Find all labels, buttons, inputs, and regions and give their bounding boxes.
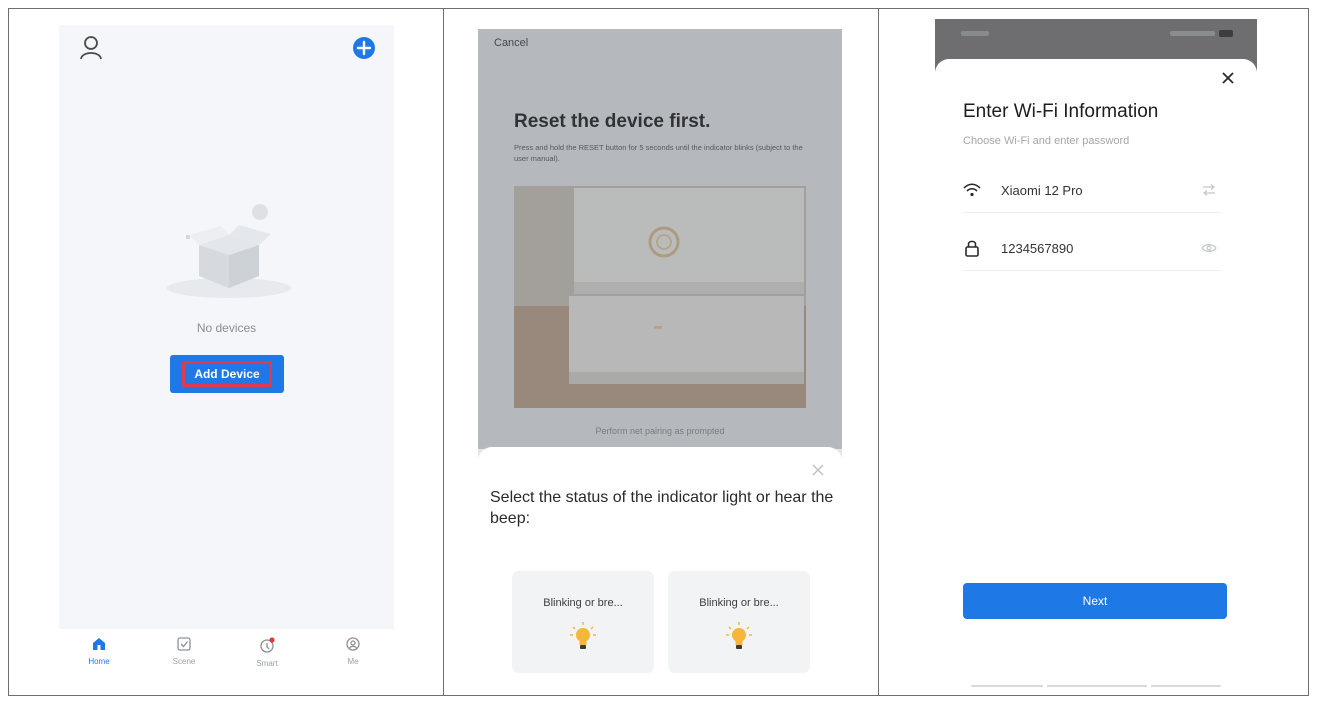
smart-icon	[260, 637, 275, 653]
home-icon	[93, 638, 105, 650]
close-icon[interactable]	[1222, 71, 1234, 84]
indicator-option-2[interactable]: Blinking or bre...	[668, 571, 810, 673]
tab-home-label: Home	[88, 657, 110, 666]
divider	[971, 685, 1043, 687]
empty-box-illustration	[167, 204, 291, 298]
add-device-button[interactable]: Add Device	[182, 361, 272, 387]
tab-me[interactable]: Me	[323, 637, 383, 681]
sheet-title: Select the status of the indicator light…	[490, 489, 834, 527]
tab-scene[interactable]: Scene	[154, 637, 214, 681]
pairing-hint: Perform net pairing as prompted	[595, 426, 725, 436]
tab-smart[interactable]: Smart	[237, 637, 297, 681]
reset-device-screen: Cancel Reset the device first. Press and…	[478, 29, 842, 679]
status-bar-signal	[1170, 31, 1215, 36]
indicator-option-label: Blinking or bre...	[543, 597, 623, 609]
indicator-option-1[interactable]: Blinking or bre...	[512, 571, 654, 673]
wifi-info-sheet: Enter Wi-Fi Information Choose Wi-Fi and…	[935, 59, 1257, 695]
wifi-title: Enter Wi-Fi Information	[963, 101, 1159, 122]
divider	[1047, 685, 1147, 687]
wifi-subtitle: Choose Wi-Fi and enter password	[963, 135, 1130, 147]
lock-icon	[965, 240, 979, 257]
tab-smart-label: Smart	[256, 659, 278, 668]
scene-icon	[177, 637, 191, 651]
eye-icon[interactable]	[1201, 241, 1217, 255]
home-screen-panel: No devices Add Device Home Scene Smart M…	[8, 8, 444, 696]
tab-home[interactable]: Home	[69, 637, 129, 681]
next-button[interactable]: Next	[963, 583, 1227, 619]
bottom-tab-bar: Home Scene Smart Me	[59, 629, 394, 685]
tab-me-label: Me	[347, 657, 359, 666]
reset-device-panel: Cancel Reset the device first. Press and…	[443, 8, 879, 696]
add-device-button-container: Add Device	[170, 355, 284, 393]
user-icon[interactable]	[79, 35, 103, 61]
divider	[1151, 685, 1221, 687]
close-icon[interactable]	[812, 463, 824, 476]
tab-scene-label: Scene	[172, 657, 196, 666]
wifi-icon	[963, 183, 981, 197]
indicator-status-sheet: Select the status of the indicator light…	[478, 447, 842, 679]
wifi-password-field[interactable]: 1234567890	[963, 227, 1221, 271]
status-bar-time	[961, 31, 989, 36]
wifi-password-value: 1234567890	[1001, 241, 1074, 256]
no-devices-label: No devices	[196, 321, 257, 335]
light-bulb-icon	[726, 622, 752, 649]
home-screen: No devices Add Device Home Scene Smart M…	[59, 25, 394, 685]
add-icon[interactable]	[353, 37, 375, 59]
wifi-info-panel: Enter Wi-Fi Information Choose Wi-Fi and…	[878, 8, 1309, 696]
indicator-option-label: Blinking or bre...	[699, 597, 779, 609]
switch-network-icon[interactable]	[1201, 183, 1217, 197]
battery-icon	[1219, 30, 1233, 37]
bottom-dividers	[971, 685, 1221, 687]
wifi-ssid-value: Xiaomi 12 Pro	[1001, 183, 1083, 198]
light-bulb-icon	[570, 622, 596, 649]
wifi-ssid-field[interactable]: Xiaomi 12 Pro	[963, 169, 1221, 213]
modal-backdrop[interactable]	[478, 29, 842, 449]
me-icon	[346, 637, 360, 651]
tutorial-frame: No devices Add Device Home Scene Smart M…	[0, 0, 1317, 701]
